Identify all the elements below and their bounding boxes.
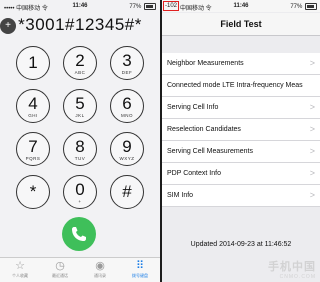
key-digit: 3	[122, 51, 132, 70]
key-letters: DEF	[121, 70, 133, 75]
tab-label: 最近通话	[52, 273, 68, 278]
menu-item-serving-cell-info[interactable]: Serving Cell Info >	[162, 97, 320, 119]
key-5[interactable]: 5 JKL	[63, 89, 97, 123]
keypad-icon: ⠿	[135, 260, 145, 272]
battery-percent: 77%	[290, 4, 303, 11]
star-icon: ☆	[15, 260, 25, 272]
tab-label: 个人收藏	[12, 273, 28, 278]
menu-item-pdp-context-info[interactable]: PDP Context Info >	[162, 163, 320, 185]
key-9[interactable]: 9 WXYZ	[110, 132, 144, 166]
status-bar: -102 中国移动 令 11:46 77%	[162, 0, 320, 12]
key-digit: 2	[75, 51, 85, 70]
key-6[interactable]: 6 MNO	[110, 89, 144, 123]
key-star[interactable]: *	[16, 175, 50, 209]
key-digit: 4	[28, 94, 38, 113]
menu-item-sim-info[interactable]: SIM Info >	[162, 185, 320, 207]
chevron-right-icon: >	[309, 168, 315, 178]
key-letters: PQRS	[25, 156, 41, 161]
key-digit: 6	[122, 94, 132, 113]
key-letters: GHI	[28, 113, 38, 118]
dial-number-display: *3001#12345#*	[18, 15, 142, 34]
tab-contacts[interactable]: ◉ 通讯录	[84, 260, 116, 279]
field-test-menu: Neighbor Measurements > Connected mode LT…	[162, 53, 320, 207]
call-button[interactable]	[62, 217, 96, 251]
tab-label: 拨号键盘	[132, 273, 148, 278]
battery-indicator: 77%	[290, 3, 317, 10]
chevron-right-icon: >	[309, 190, 315, 200]
menu-item-label: Connected mode LTE Intra-frequency Meas	[167, 82, 303, 89]
battery-icon	[144, 3, 156, 10]
key-letters: MNO	[121, 113, 133, 118]
watermark-text: 手机中国	[268, 261, 316, 273]
person-icon: ◉	[95, 260, 105, 272]
menu-item-label: Neighbor Measurements	[167, 60, 244, 67]
tab-bar: ☆ 个人收藏 ◷ 最近通话 ◉ 通讯录 ⠿ 拨号键盘	[0, 257, 160, 282]
key-digit: 7	[28, 137, 38, 156]
chevron-right-icon: >	[309, 58, 315, 68]
chevron-right-icon: >	[309, 146, 315, 156]
updated-timestamp: Updated 2014-09-23 at 11:46:52	[190, 241, 292, 248]
key-1[interactable]: 1	[16, 46, 50, 80]
tab-label: 通讯录	[94, 273, 106, 278]
key-digit: *	[29, 182, 37, 201]
key-letters: TUV	[74, 156, 86, 161]
key-digit: #	[122, 182, 132, 201]
menu-item-label: Serving Cell Measurements	[167, 148, 253, 155]
status-bar: ••••• 中国移动 令 11:46 77%	[0, 0, 160, 12]
menu-item-label: Reselection Candidates	[167, 126, 241, 133]
tab-favorites[interactable]: ☆ 个人收藏	[4, 260, 36, 279]
key-2[interactable]: 2 ABC	[63, 46, 97, 80]
menu-item-label: SIM Info	[167, 192, 194, 199]
watermark-url: CNMO.COM	[279, 274, 316, 280]
menu-item-serving-cell-measurements[interactable]: Serving Cell Measurements >	[162, 141, 320, 163]
key-hash[interactable]: #	[110, 175, 144, 209]
tab-keypad[interactable]: ⠿ 拨号键盘	[124, 260, 156, 279]
dialer-screen: ••••• 中国移动 令 11:46 77% + *3001#12345#* 1…	[0, 0, 160, 282]
field-test-screen: -102 中国移动 令 11:46 77% Field Test Neighbo…	[162, 0, 320, 282]
key-letters: JKL	[75, 113, 85, 118]
menu-item-reselection-candidates[interactable]: Reselection Candidates >	[162, 119, 320, 141]
page-title: Field Test	[162, 13, 320, 36]
chevron-right-icon: >	[309, 124, 315, 134]
menu-item-lte-intra-frequency[interactable]: Connected mode LTE Intra-frequency Meas	[162, 75, 320, 97]
key-letters: +	[78, 199, 82, 204]
key-letters: WXYZ	[119, 156, 135, 161]
clock-icon: ◷	[55, 260, 65, 272]
key-0[interactable]: 0 +	[63, 175, 97, 209]
tab-recents[interactable]: ◷ 最近通话	[44, 260, 76, 279]
key-digit: 9	[122, 137, 132, 156]
phone-icon	[72, 227, 86, 241]
key-digit: 0	[75, 180, 85, 199]
chevron-right-icon: >	[309, 102, 315, 112]
key-digit: 1	[28, 53, 38, 72]
menu-item-label: Serving Cell Info	[167, 104, 219, 111]
watermark-logo: 手机中国 CNMO.COM	[268, 258, 316, 280]
key-digit: 5	[75, 94, 85, 113]
menu-item-label: PDP Context Info	[167, 170, 221, 177]
key-7[interactable]: 7 PQRS	[16, 132, 50, 166]
battery-indicator: 77%	[129, 3, 156, 10]
menu-item-neighbor-measurements[interactable]: Neighbor Measurements >	[162, 53, 320, 75]
key-3[interactable]: 3 DEF	[110, 46, 144, 80]
battery-icon	[305, 3, 317, 10]
key-digit: 8	[75, 137, 85, 156]
key-letters: ABC	[74, 70, 86, 75]
key-8[interactable]: 8 TUV	[63, 132, 97, 166]
battery-percent: 77%	[129, 4, 142, 11]
key-4[interactable]: 4 GHI	[16, 89, 50, 123]
